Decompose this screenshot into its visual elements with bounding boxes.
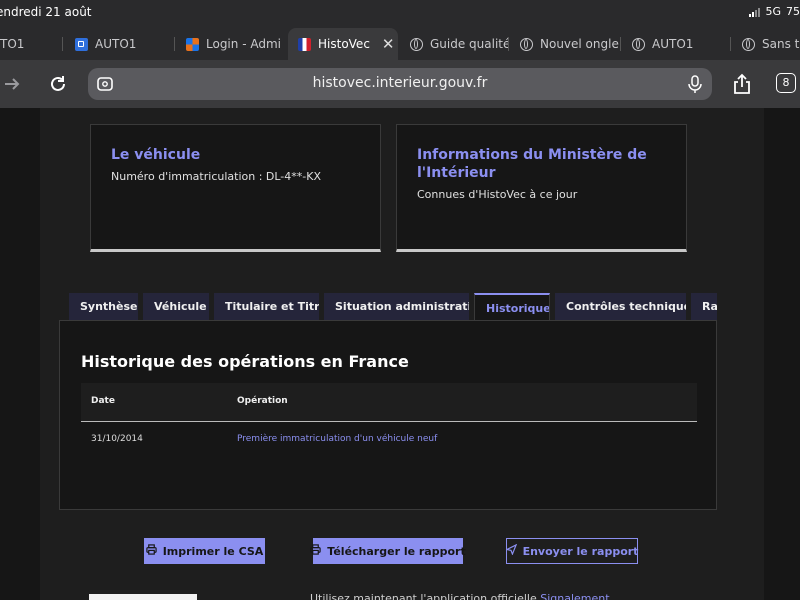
- reload-icon[interactable]: [44, 70, 72, 98]
- tab-synthese[interactable]: Synthèse: [69, 293, 138, 320]
- browser-tab[interactable]: TO1: [0, 28, 62, 60]
- app-store-badge[interactable]: [89, 594, 197, 600]
- status-bar: endredi 21 août 5G 75: [0, 0, 800, 28]
- vehicle-card: Le véhicule Numéro d'immatriculation : D…: [90, 124, 381, 252]
- tab-controles-techniques[interactable]: Contrôles techniques: [555, 293, 686, 320]
- browser-tab-active[interactable]: HistoVec ✕: [288, 28, 398, 60]
- table-header: Date Opération: [81, 383, 697, 422]
- tab-titulaire[interactable]: Titulaire et Titre: [214, 293, 319, 320]
- column-header-operation: Opération: [237, 396, 288, 406]
- status-indicators: 5G 75: [749, 5, 800, 18]
- tab-label: TO1: [0, 37, 25, 51]
- tab-label: AUTO1: [652, 37, 694, 51]
- battery-level: 75: [786, 5, 800, 18]
- globe-icon: [632, 37, 645, 51]
- page-content: Le véhicule Numéro d'immatriculation : D…: [0, 108, 800, 600]
- printer-icon: [146, 544, 157, 558]
- globe-icon: [742, 37, 755, 51]
- vehicle-registration: Numéro d'immatriculation : DL-4**-KX: [111, 170, 321, 183]
- browser-tab[interactable]: Guide qualité: [398, 28, 508, 60]
- auto1-favicon-icon: [75, 37, 88, 51]
- browser-tab-bar: TO1 AUTO1 Login - Admi HistoVec ✕ Guide …: [0, 28, 800, 60]
- signal-icon: [749, 7, 761, 17]
- footer-link[interactable]: Signalement: [540, 592, 609, 600]
- network-label: 5G: [765, 5, 781, 18]
- share-icon[interactable]: [728, 70, 756, 98]
- row-date: 31/10/2014: [91, 434, 143, 444]
- vehicle-card-title: Le véhicule: [111, 147, 201, 163]
- tab-label: Guide qualité: [430, 37, 508, 51]
- row-operation-link[interactable]: Première immatriculation d'un véhicule n…: [237, 434, 437, 444]
- send-icon: [504, 543, 517, 558]
- microphone-icon[interactable]: [686, 74, 704, 94]
- tab-label: AUTO1: [95, 37, 137, 51]
- browser-tab[interactable]: AUTO1: [620, 28, 730, 60]
- browser-tab[interactable]: AUTO1: [62, 28, 174, 60]
- tab-rapport[interactable]: Rapport: [691, 293, 717, 320]
- ministry-card-title-line2: l'Intérieur: [417, 165, 496, 181]
- address-bar[interactable]: histovec.interieur.gouv.fr: [88, 68, 712, 100]
- print-csa-button[interactable]: Imprimer le CSA: [144, 538, 265, 564]
- tab-historique[interactable]: Historique: [474, 293, 550, 321]
- tab-count-button[interactable]: 8: [776, 73, 796, 93]
- ministry-card-title-line1: Informations du Ministère de: [417, 147, 647, 163]
- footer-text: Utilisez maintenant l'application offici…: [310, 592, 610, 600]
- column-header-date: Date: [91, 396, 115, 406]
- send-report-button[interactable]: Envoyer le rapport: [504, 538, 639, 564]
- ministry-card-text: Connues d'HistoVec à ce jour: [417, 188, 578, 201]
- footer-message: Utilisez maintenant l'application offici…: [310, 592, 541, 600]
- tab-situation-administrative[interactable]: Situation administrative: [324, 293, 469, 320]
- browser-tab[interactable]: Nouvel ongle: [508, 28, 620, 60]
- tab-label: Sans t: [762, 37, 800, 51]
- download-report-label: Télécharger le rapport: [327, 544, 466, 558]
- printer-icon: [310, 544, 321, 558]
- status-date: endredi 21 août: [0, 5, 92, 19]
- tab-label: Nouvel ongle: [540, 37, 619, 51]
- browser-tab[interactable]: Sans t: [730, 28, 800, 60]
- forward-arrow-icon[interactable]: [0, 70, 26, 98]
- browser-tab[interactable]: Login - Admi: [174, 28, 288, 60]
- history-title: Historique des opérations en France: [81, 352, 409, 371]
- ministry-card: Informations du Ministère de l'Intérieur…: [396, 124, 687, 252]
- histovec-favicon-icon: [298, 37, 311, 51]
- send-report-label: Envoyer le rapport: [522, 544, 639, 558]
- tab-label: HistoVec: [318, 37, 370, 51]
- browser-toolbar: histovec.interieur.gouv.fr 8: [0, 60, 800, 108]
- close-tab-icon[interactable]: ✕: [382, 35, 395, 53]
- tab-label: Login - Admi: [206, 37, 281, 51]
- globe-icon: [410, 37, 423, 51]
- history-panel: Historique des opérations en France Date…: [59, 320, 717, 510]
- globe-icon: [520, 37, 533, 51]
- url-text[interactable]: histovec.interieur.gouv.fr: [88, 75, 712, 91]
- tab-vehicule[interactable]: Véhicule: [143, 293, 209, 320]
- print-csa-label: Imprimer le CSA: [162, 544, 264, 558]
- download-report-button[interactable]: Télécharger le rapport: [310, 538, 466, 564]
- login-favicon-icon: [186, 37, 199, 51]
